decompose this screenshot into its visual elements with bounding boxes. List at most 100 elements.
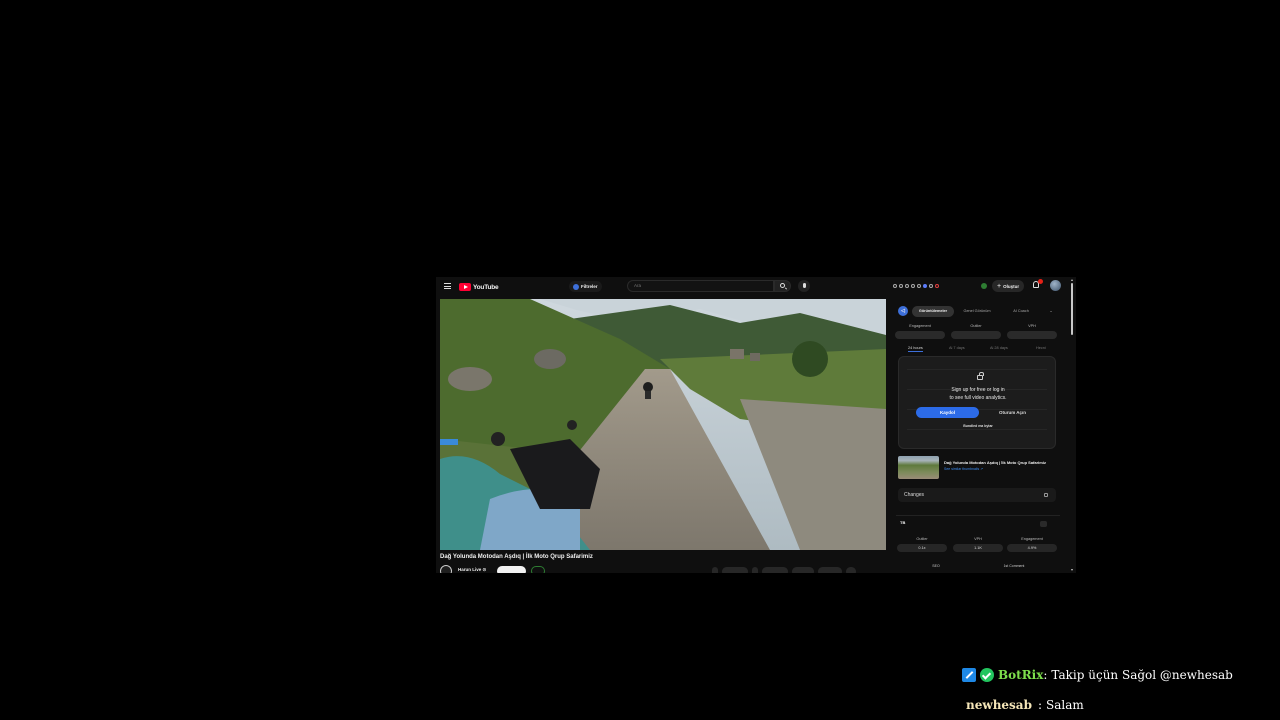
extension-icon[interactable] bbox=[899, 284, 903, 288]
notification-badge bbox=[1038, 279, 1043, 284]
range-28d[interactable]: Ai 28 days bbox=[990, 346, 1008, 350]
video-title: Dağ Yolunda Motodan Aşdıq | İlk Moto Qru… bbox=[440, 554, 593, 560]
extension-icon[interactable] bbox=[911, 284, 915, 288]
locked-analytics-card: Sign up for free or log in to see full v… bbox=[898, 356, 1056, 449]
range-24h[interactable]: 24 hours bbox=[908, 346, 923, 352]
video-frame bbox=[440, 299, 886, 550]
extension-logo: TB bbox=[900, 520, 906, 525]
scroll-up-icon[interactable] bbox=[1070, 279, 1073, 281]
card-vph-value: 1.1K bbox=[953, 544, 1003, 552]
tab-ai-coach[interactable]: AI Coach bbox=[1000, 306, 1042, 317]
chevron-down-icon[interactable]: ⌄ bbox=[1046, 306, 1056, 317]
chat-text: Takip üçün Sağol @newhesab bbox=[1051, 668, 1233, 682]
similar-video-title: Dağ Yolunda Motodan Aşdıq | İlk Moto Qru… bbox=[944, 460, 1046, 465]
lock-message-line2: to see full video analytics. bbox=[949, 395, 1007, 401]
moderator-badge-icon bbox=[962, 668, 976, 682]
video-thumbnail bbox=[898, 456, 939, 479]
scrollbar-thumb[interactable] bbox=[1071, 283, 1073, 335]
grid-line bbox=[907, 429, 1047, 430]
browser-window: YouTube Filtreler Ara + Oluştur Dağ Yolu… bbox=[436, 277, 1076, 573]
scroll-down-icon[interactable] bbox=[1070, 569, 1073, 571]
channel-name[interactable]: Harun Live ⊙ bbox=[458, 567, 486, 573]
changes-row[interactable]: Changes bbox=[898, 488, 1056, 502]
subscribe-button[interactable] bbox=[497, 566, 526, 573]
login-button[interactable]: Oturum Açın bbox=[981, 407, 1044, 418]
chat-message: newhesab : Salam bbox=[962, 698, 1084, 712]
card-outlier-value: 0.1x bbox=[897, 544, 947, 552]
youtube-logo-text: YouTube bbox=[473, 283, 499, 291]
menu-icon[interactable] bbox=[444, 283, 451, 289]
seo-label: SEO bbox=[932, 564, 940, 568]
more-icon[interactable] bbox=[846, 567, 856, 573]
tab-views[interactable]: Görüntülemeler bbox=[912, 306, 954, 317]
chat-username: BotRix bbox=[998, 668, 1044, 682]
lock-icon bbox=[1044, 493, 1048, 497]
search-icon bbox=[780, 283, 785, 288]
card-vph-label: VPH bbox=[974, 537, 982, 541]
avatar[interactable] bbox=[1050, 280, 1061, 291]
save-icon[interactable] bbox=[712, 567, 718, 573]
chat-text: Salam bbox=[1046, 698, 1084, 712]
chat-message: BotRix : Takip üçün Sağol @newhesab bbox=[962, 668, 1233, 682]
stat-engagement-value bbox=[895, 331, 945, 339]
download-button[interactable] bbox=[818, 567, 842, 573]
join-icon[interactable] bbox=[531, 566, 545, 573]
changes-label: Changes bbox=[904, 492, 925, 498]
search-input[interactable]: Ara bbox=[627, 280, 774, 292]
plus-icon: + bbox=[997, 282, 1002, 290]
range-7d[interactable]: Ai 7 days bbox=[949, 346, 965, 350]
extension-icon[interactable] bbox=[905, 284, 909, 288]
lock-message-line1: Sign up for free or log in bbox=[951, 387, 1005, 393]
card-engagement-label: Engagement bbox=[1021, 537, 1043, 541]
filters-button[interactable]: Filtreler bbox=[569, 281, 602, 292]
stats-card: TB Outlier VPH Engagement 0.1x 1.1K 4.9%… bbox=[896, 515, 1060, 572]
lock-icon bbox=[977, 372, 984, 380]
stat-vph-label: VPH bbox=[1028, 324, 1036, 328]
search-button[interactable] bbox=[774, 280, 791, 292]
extension-icon[interactable] bbox=[893, 284, 897, 288]
remix-button[interactable] bbox=[792, 567, 814, 573]
video-actions bbox=[712, 567, 856, 573]
range-other[interactable]: Hecni bbox=[1036, 346, 1046, 350]
video-player[interactable] bbox=[440, 299, 886, 550]
stat-outlier-label: Outlier bbox=[970, 324, 982, 328]
extension-icon[interactable] bbox=[923, 284, 927, 288]
chat-separator: : bbox=[1037, 698, 1043, 712]
extension-icon[interactable] bbox=[929, 284, 933, 288]
stat-vph-value bbox=[1007, 331, 1057, 339]
bundled-link[interactable]: Bundled ma bytar bbox=[899, 424, 1057, 428]
create-button[interactable]: + Oluştur bbox=[992, 280, 1025, 292]
card-engagement-value: 4.9% bbox=[1007, 544, 1057, 552]
extension-logo-icon: ◁ bbox=[898, 306, 908, 316]
download-icon[interactable] bbox=[1040, 521, 1047, 527]
channel-avatar[interactable] bbox=[440, 565, 452, 573]
extension-icon[interactable] bbox=[917, 284, 921, 288]
extension-icon[interactable] bbox=[935, 284, 939, 288]
grid-line bbox=[907, 369, 1047, 370]
signup-button[interactable]: Kaydol bbox=[916, 407, 979, 418]
extension-icons bbox=[893, 284, 939, 288]
similar-thumbnails-link[interactable]: See similar thumbnails ↗ bbox=[944, 467, 983, 471]
card-outlier-label: Outlier bbox=[916, 537, 928, 541]
analytics-panel: ◁ Görüntülemeler Genel Görünüm AI Coach … bbox=[894, 299, 1060, 572]
youtube-play-icon bbox=[459, 283, 471, 291]
extension-green-icon[interactable] bbox=[981, 283, 987, 289]
create-label: Oluştur bbox=[1003, 283, 1020, 289]
stat-outlier-value bbox=[951, 331, 1001, 339]
verified-badge-icon bbox=[980, 668, 994, 682]
similar-video-item[interactable]: Dağ Yolunda Motodan Aşdıq | İlk Moto Qru… bbox=[898, 456, 1056, 482]
share-button[interactable] bbox=[762, 567, 788, 573]
youtube-logo[interactable]: YouTube bbox=[459, 282, 499, 292]
tab-overview[interactable]: Genel Görünüm bbox=[956, 306, 998, 317]
chat-separator: : bbox=[1043, 668, 1048, 682]
dislike-icon[interactable] bbox=[752, 567, 758, 573]
filters-label: Filtreler bbox=[581, 284, 598, 289]
analytics-tabs: ◁ Görüntülemeler Genel Görünüm AI Coach … bbox=[894, 305, 1060, 318]
stat-engagement-label: Engagement bbox=[909, 324, 931, 328]
first-comment-label: 1st Comment bbox=[1003, 564, 1025, 568]
like-button[interactable] bbox=[722, 567, 748, 573]
mic-icon[interactable] bbox=[798, 280, 810, 292]
scrollbar[interactable] bbox=[1070, 279, 1074, 571]
filter-icon bbox=[573, 283, 579, 290]
youtube-header: YouTube Filtreler Ara + Oluştur bbox=[436, 277, 1076, 297]
